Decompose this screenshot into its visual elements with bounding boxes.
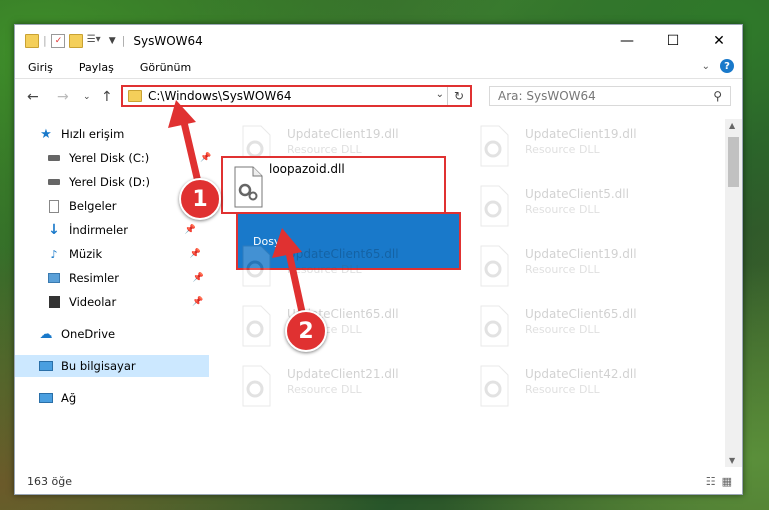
sidebar-item-local-disk-c[interactable]: Yerel Disk (C:) 📌: [47, 147, 211, 169]
dll-file-icon: [242, 365, 271, 407]
pin-icon[interactable]: 📌: [190, 249, 201, 259]
tab-share[interactable]: Paylaş: [66, 56, 127, 78]
properties-icon[interactable]: ✓: [50, 33, 65, 48]
vertical-scrollbar[interactable]: ▲ ▼: [725, 119, 742, 467]
document-icon: [47, 199, 61, 213]
customize-icon[interactable]: ☰▾: [87, 34, 101, 48]
minimize-button[interactable]: —: [604, 25, 650, 56]
refresh-icon[interactable]: ↻: [447, 87, 470, 105]
scroll-up-icon[interactable]: ▲: [729, 121, 735, 130]
dll-file-icon: [480, 365, 509, 407]
folder-icon: [25, 33, 39, 48]
computer-icon: [39, 359, 53, 373]
step-badge-1: 1: [179, 178, 221, 220]
pin-icon[interactable]: 📌: [185, 225, 196, 235]
sidebar-item-local-disk-d[interactable]: Yerel Disk (D:): [47, 171, 150, 193]
ribbon-tabs: Dosya Giriş Paylaş Görünüm ⌄ ?: [15, 56, 742, 270]
window-title: SysWOW64: [133, 33, 203, 48]
step-badge-2: 2: [285, 310, 327, 352]
navigation-pane: ★ Hızlı erişim Yerel Disk (C:) 📌 Yerel D…: [15, 119, 211, 449]
pin-icon[interactable]: 📌: [193, 273, 204, 283]
recent-dropdown-icon[interactable]: ⌄: [83, 92, 91, 102]
address-dropdown-icon[interactable]: ⌄: [436, 89, 444, 100]
explorer-window: | ✓ ☰▾ ▼ | SysWOW64 — ☐ ✕ Dosya Giriş Pa…: [14, 24, 743, 495]
pictures-icon: [47, 271, 61, 285]
quick-access-toolbar: | ✓ ☰▾ ▼ |: [15, 33, 125, 48]
network-icon: [39, 391, 53, 405]
address-path: C:\Windows\SysWOW64: [148, 89, 292, 103]
sidebar-item-network[interactable]: Ağ: [39, 387, 76, 409]
up-arrow-icon[interactable]: ↑: [101, 89, 113, 105]
folder-icon: [128, 90, 142, 102]
help-icon[interactable]: ?: [720, 59, 734, 73]
dll-file-icon: [242, 305, 271, 347]
status-bar: 163 öğe ☷ ▦: [15, 468, 742, 494]
title-bar: | ✓ ☰▾ ▼ | SysWOW64 — ☐ ✕: [15, 25, 742, 56]
maximize-button[interactable]: ☐: [650, 25, 696, 56]
forward-arrow-icon[interactable]: →: [57, 89, 69, 105]
sidebar-item-documents[interactable]: Belgeler: [47, 195, 117, 217]
dll-file-icon: [242, 245, 271, 287]
customize-dropdown-icon[interactable]: ▼: [109, 36, 116, 46]
close-button[interactable]: ✕: [696, 25, 742, 56]
file-name: loopazoid.dll: [269, 162, 345, 176]
dll-file-icon: [480, 185, 509, 227]
new-folder-icon[interactable]: [68, 33, 83, 48]
tab-view[interactable]: Görünüm: [127, 56, 204, 78]
drive-icon: [47, 175, 61, 189]
search-placeholder: Ara: SysWOW64: [498, 89, 596, 103]
star-icon: ★: [40, 126, 52, 142]
sidebar-item-quick-access[interactable]: ★ Hızlı erişim: [39, 123, 124, 145]
cloud-icon: ☁: [39, 326, 53, 342]
dll-file-icon: [234, 166, 263, 208]
item-count: 163 öğe: [27, 474, 72, 488]
sidebar-item-downloads[interactable]: ↓ İndirmeler 📌: [47, 219, 196, 241]
dll-file-icon: [480, 245, 509, 287]
dll-file-icon: [480, 305, 509, 347]
scroll-thumb[interactable]: [728, 137, 739, 187]
download-icon: ↓: [48, 222, 60, 238]
navigation-bar: ← → ⌄ ↑ C:\Windows\SysWOW64 ⌄ ↻ Ara: Sys…: [15, 79, 742, 115]
dll-file-icon: [480, 125, 509, 167]
sidebar-item-this-pc[interactable]: Bu bilgisayar: [15, 355, 209, 377]
large-icons-view-icon[interactable]: ▦: [722, 475, 732, 488]
window-controls: — ☐ ✕: [604, 25, 742, 56]
drive-icon: [47, 151, 61, 165]
search-icon: ⚲: [713, 89, 722, 103]
back-arrow-icon[interactable]: ←: [27, 89, 39, 105]
address-bar[interactable]: C:\Windows\SysWOW64 ⌄ ↻: [121, 85, 472, 107]
music-icon: ♪: [50, 247, 58, 261]
sidebar-item-music[interactable]: ♪ Müzik 📌: [47, 243, 201, 265]
video-icon: [47, 295, 61, 309]
scroll-down-icon[interactable]: ▼: [729, 456, 735, 465]
pin-icon[interactable]: 📌: [192, 297, 203, 307]
tab-home[interactable]: Giriş: [15, 56, 66, 78]
search-input[interactable]: Ara: SysWOW64 ⚲: [489, 86, 731, 106]
selected-file-loopazoid[interactable]: loopazoid.dll: [221, 156, 446, 214]
sidebar-item-onedrive[interactable]: ☁ OneDrive: [39, 323, 116, 345]
sidebar-item-pictures[interactable]: Resimler 📌: [47, 267, 204, 289]
details-view-icon[interactable]: ☷: [706, 475, 716, 488]
expand-ribbon-icon[interactable]: ⌄: [702, 61, 710, 72]
sidebar-item-videos[interactable]: Videolar 📌: [47, 291, 203, 313]
